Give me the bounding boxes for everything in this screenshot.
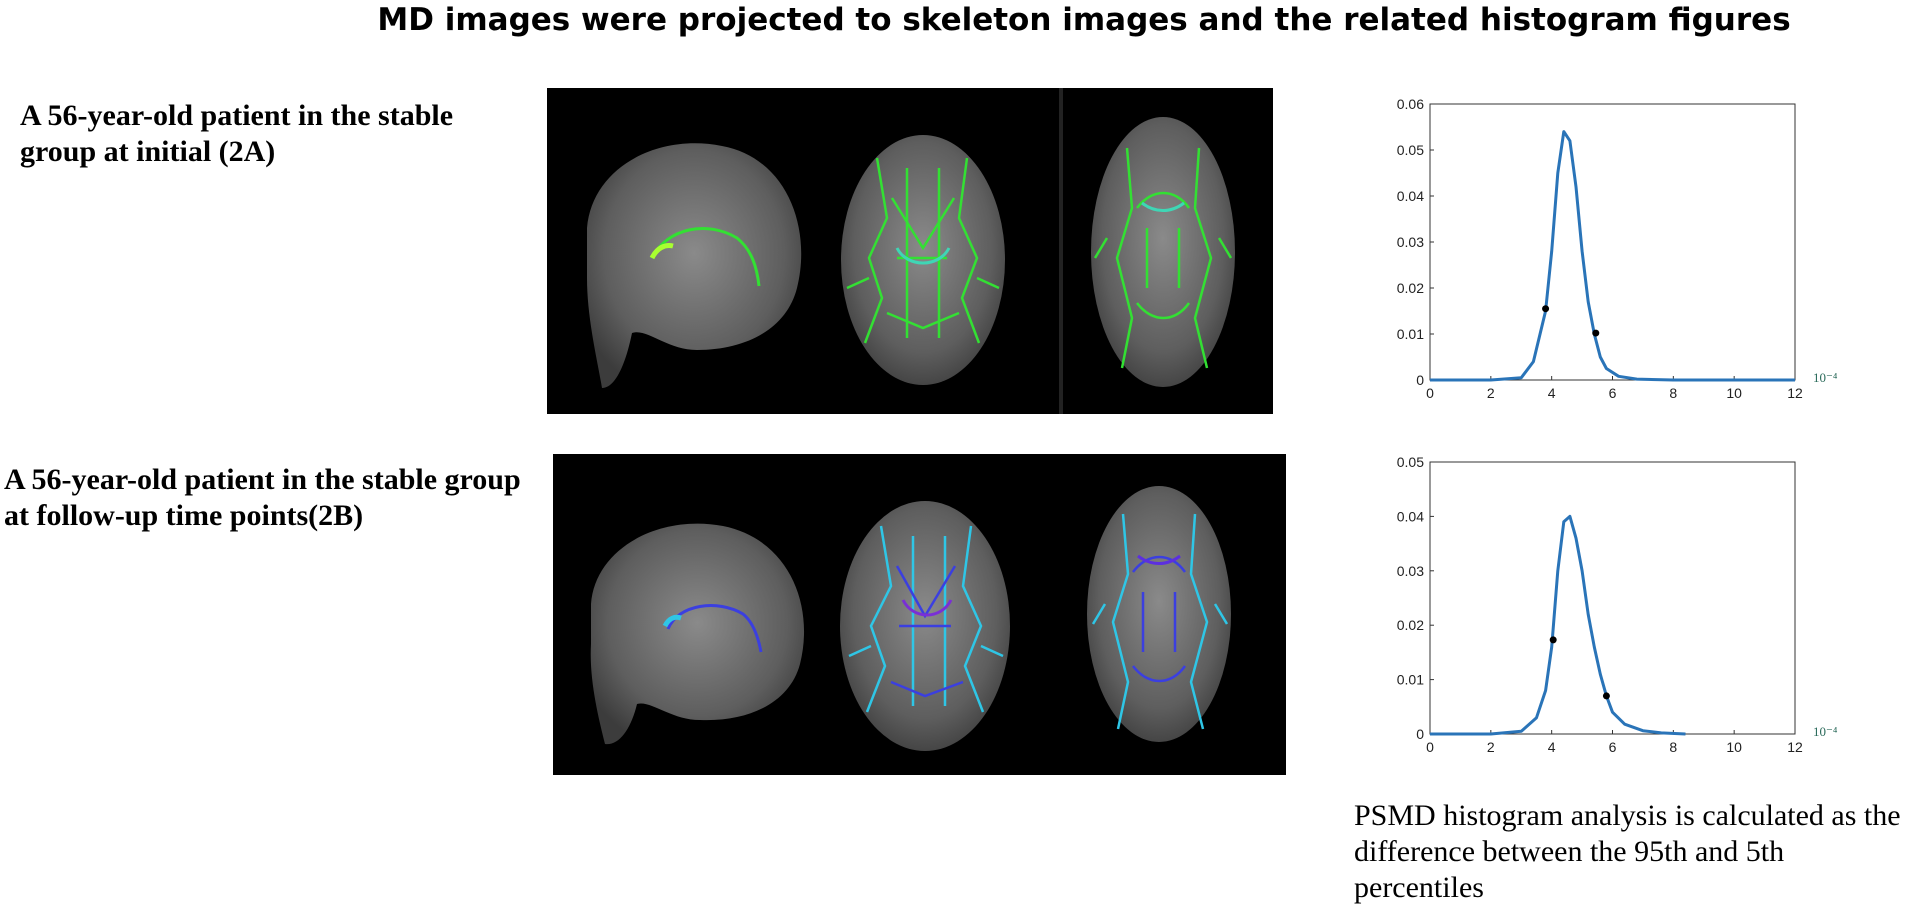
x-tick-label: 8 [1669, 385, 1677, 401]
histogram-chart-2B: 0 2 4 6 8 10 12 0 0.01 0.02 0.03 0.04 0.05 10⁻⁴ [1397, 454, 1838, 755]
plot-frame [1429, 103, 1796, 381]
figure-title: MD images were projected to skeleton ima… [377, 2, 1791, 38]
histogram-caption: PSMD histogram analysis is calculated as… [1354, 799, 1901, 904]
x-exponent-label: 10⁻⁴ [1813, 724, 1838, 739]
x-tick-label: 0 [1426, 739, 1434, 755]
y-tick-label: 0 [1416, 372, 1424, 388]
axial-slice-b1 [840, 501, 1010, 751]
x-tick-label: 12 [1787, 739, 1803, 755]
x-tick-label: 0 [1426, 385, 1434, 401]
x-tick-label: 8 [1669, 739, 1677, 755]
y-tick-label: 0.06 [1397, 96, 1424, 112]
x-tick-label: 2 [1487, 385, 1495, 401]
percentile-95th-point [1592, 329, 1600, 337]
brain-image-panel-a [547, 88, 1273, 414]
percentile-95th-point [1602, 692, 1610, 700]
panel-b-label: A 56-year-old patient in the stable grou… [4, 463, 521, 532]
sagittal-slice-b [590, 523, 805, 745]
panel-a-label: A 56-year-old patient in the stable grou… [20, 99, 454, 168]
y-tick-label: 0.01 [1397, 326, 1424, 342]
sagittal-slice-a [587, 143, 802, 388]
axial-slice-a1 [841, 135, 1005, 385]
y-tick-label: 0.04 [1397, 188, 1424, 204]
histogram-chart-2A: 0 2 4 6 8 10 12 0 0.01 0.02 0.03 0.04 0.05 0.06 10⁻⁴ [1397, 96, 1838, 401]
axial-slice-a2 [1091, 117, 1235, 387]
x-tick-label: 4 [1548, 385, 1556, 401]
brain-image-panel-b [553, 454, 1286, 775]
y-tick-label: 0.01 [1397, 672, 1424, 688]
x-exponent-label: 10⁻⁴ [1813, 370, 1838, 385]
x-tick-label: 12 [1787, 385, 1803, 401]
percentile-5th-point [1549, 636, 1557, 644]
x-tick-label: 6 [1609, 739, 1617, 755]
x-tick-label: 10 [1726, 385, 1742, 401]
x-tick-label: 6 [1609, 385, 1617, 401]
percentile-5th-point [1542, 305, 1550, 313]
x-tick-label: 4 [1548, 739, 1556, 755]
y-tick-label: 0.03 [1397, 234, 1424, 250]
y-tick-label: 0.02 [1397, 617, 1424, 633]
y-tick-label: 0.03 [1397, 563, 1424, 579]
plot-frame [1429, 461, 1796, 735]
y-tick-label: 0.05 [1397, 142, 1424, 158]
y-tick-label: 0 [1416, 726, 1424, 742]
y-tick-label: 0.02 [1397, 280, 1424, 296]
y-tick-label: 0.04 [1397, 508, 1424, 524]
y-tick-label: 0.05 [1397, 454, 1424, 470]
axial-slice-b2 [1087, 486, 1231, 742]
x-tick-label: 2 [1487, 739, 1495, 755]
x-tick-label: 10 [1726, 739, 1742, 755]
